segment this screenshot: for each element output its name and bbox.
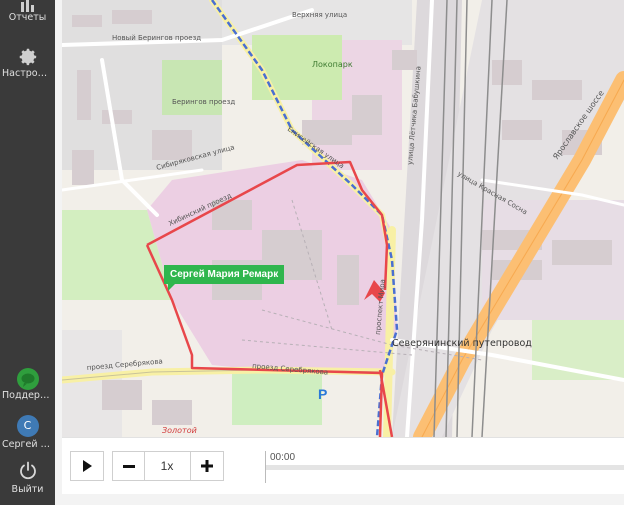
minus-icon bbox=[122, 464, 135, 468]
play-icon bbox=[83, 460, 92, 472]
parking-icon: P bbox=[318, 386, 328, 402]
street-label: Новый Берингов проезд bbox=[112, 34, 201, 42]
timeline-track[interactable] bbox=[266, 465, 624, 470]
speed-decrease-button[interactable] bbox=[112, 451, 145, 481]
playback-bar: 1x 00:00 bbox=[62, 437, 624, 495]
sidebar: Отчеты Настройки Поддержка С Сергей М… В… bbox=[0, 0, 55, 505]
sidebar-item-label: Отчеты bbox=[8, 12, 47, 23]
street-label: Северянинский путепровод bbox=[392, 338, 532, 349]
gear-icon bbox=[19, 48, 36, 66]
sidebar-item-reports[interactable]: Отчеты bbox=[0, 0, 55, 23]
sidebar-item-label: Поддержка bbox=[2, 390, 55, 401]
street-label: Берингов проезд bbox=[172, 98, 235, 106]
vehicle-tooltip[interactable]: Сергей Мария Ремарк bbox=[164, 265, 285, 291]
map-view[interactable]: Верхняя улица Новый Берингов проезд Бери… bbox=[62, 0, 624, 437]
map-canvas[interactable]: Верхняя улица Новый Берингов проезд Бери… bbox=[62, 0, 624, 437]
street-label: Верхняя улица bbox=[292, 11, 347, 19]
sidebar-item-label: Настройки bbox=[2, 68, 55, 79]
chart-bars-icon bbox=[20, 0, 34, 12]
avatar: С bbox=[16, 415, 39, 437]
sidebar-item-support[interactable]: Поддержка bbox=[0, 368, 55, 401]
street-label: Золотой bbox=[162, 426, 197, 435]
sidebar-item-label: Сергей М… bbox=[2, 439, 55, 450]
sidebar-item-label: Выйти bbox=[11, 484, 44, 495]
timeline-slider[interactable]: 00:00 bbox=[265, 451, 624, 483]
street-label: Локопарк bbox=[312, 60, 353, 69]
time-label: 00:00 bbox=[270, 452, 296, 463]
play-button[interactable] bbox=[70, 451, 104, 481]
power-icon bbox=[19, 461, 36, 480]
plus-icon bbox=[201, 460, 213, 472]
sidebar-item-user[interactable]: С Сергей М… bbox=[0, 415, 55, 450]
speed-increase-button[interactable] bbox=[190, 451, 224, 481]
sidebar-item-logout[interactable]: Выйти bbox=[0, 461, 55, 495]
chat-bubble-icon bbox=[16, 368, 39, 390]
sidebar-item-settings[interactable]: Настройки bbox=[0, 46, 55, 79]
speed-value: 1x bbox=[144, 451, 190, 481]
bottom-strip bbox=[62, 494, 624, 505]
